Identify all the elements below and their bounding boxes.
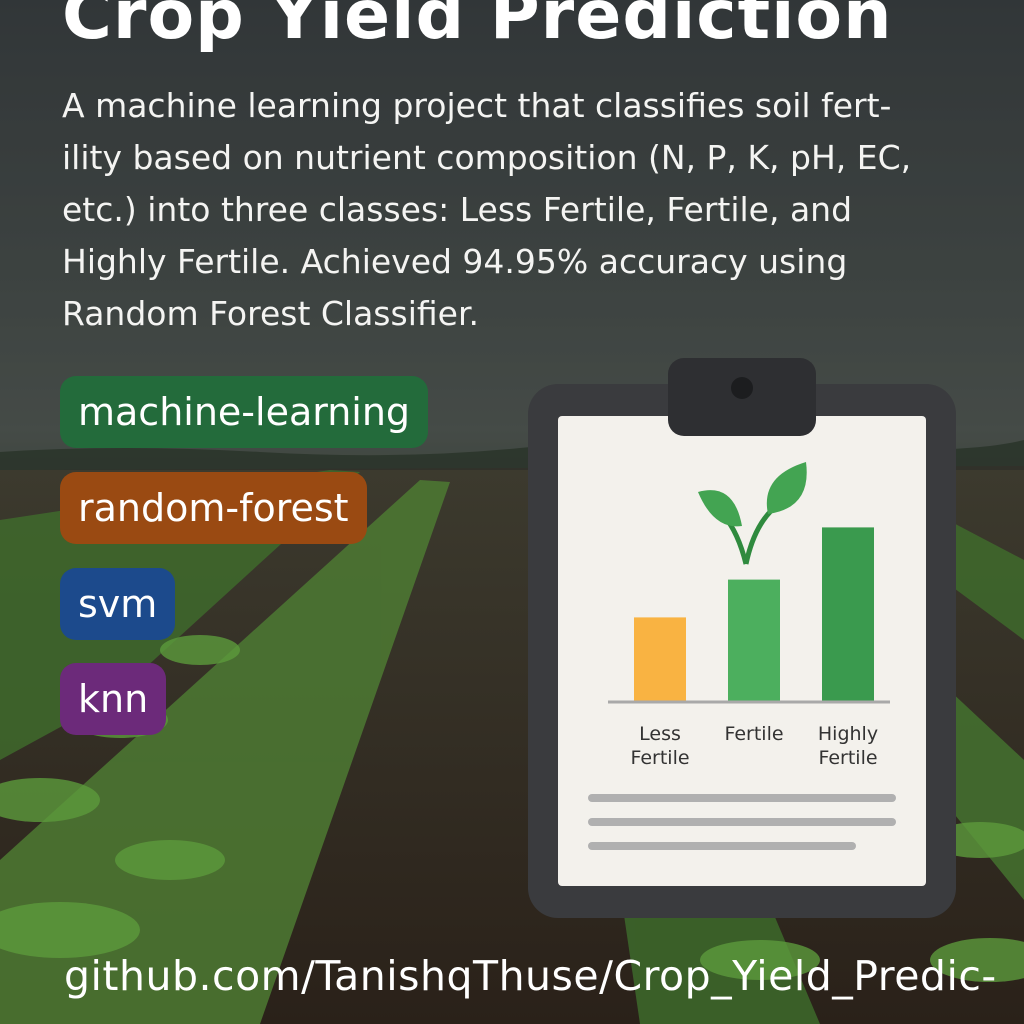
- chart-x-label-line: Less: [639, 723, 681, 745]
- chart-bar: [728, 579, 780, 702]
- tag-random-forest[interactable]: random-forest: [60, 472, 367, 544]
- chart-x-label-line: Fertile: [630, 747, 689, 769]
- chart-x-label-line: Fertile: [818, 747, 877, 769]
- chart-x-label: Fertile: [724, 723, 783, 745]
- page-title: Crop Yield Prediction: [62, 0, 893, 55]
- description-line: Highly Fertile. Achieved 94.95% accuracy…: [62, 242, 848, 281]
- chart-x-label-line: Fertile: [724, 723, 783, 745]
- text-line-placeholder: [588, 818, 896, 826]
- description-line: ility based on nutrient composition (N, …: [62, 138, 912, 177]
- tag-machine-learning[interactable]: machine-learning: [60, 376, 429, 448]
- chart-x-label-line: Highly: [818, 723, 878, 745]
- description-line: A machine learning project that classifi…: [62, 86, 892, 125]
- description-line: Random Forest Classifier.: [62, 294, 479, 333]
- text-line-placeholder: [588, 794, 896, 802]
- clipboard-icon: Less FertileFertile Highly Fertile: [528, 358, 956, 918]
- repo-link[interactable]: github.com/TanishqThuse/Crop_Yield_Predi…: [64, 952, 997, 1000]
- text-line-placeholder: [588, 842, 856, 850]
- project-description: A machine learning project that classifi…: [62, 80, 942, 340]
- description-line: etc.) into three classes: Less Fertile, …: [62, 190, 853, 229]
- tag-knn[interactable]: knn: [60, 663, 167, 735]
- tag-svm[interactable]: svm: [60, 568, 176, 640]
- chart-bar: [634, 617, 686, 702]
- chart-bar: [822, 527, 874, 702]
